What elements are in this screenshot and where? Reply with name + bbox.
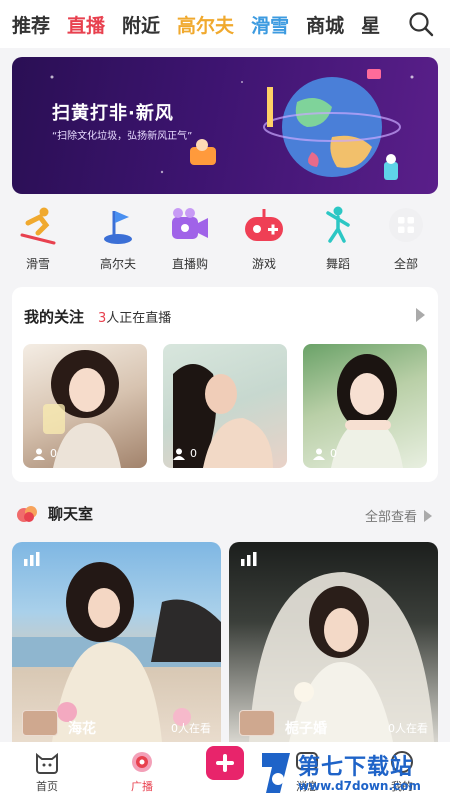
viewer-count-value: 0 [50,447,57,460]
host-avatar [22,710,58,736]
chatroom-card[interactable]: 海花 0人在看 [12,542,221,742]
tab-home[interactable]: 首页 [17,750,77,794]
golf-flag-icon [104,211,132,244]
category-game[interactable]: 游戏 [232,205,296,280]
category-live-shop[interactable]: 直播购 [158,205,222,280]
follow-title: 我的关注 [24,308,85,326]
category-ski[interactable]: 滑雪 [6,205,70,280]
followed-stream-thumbnail[interactable]: 0 [23,344,147,468]
watermark-logo-icon [262,753,290,793]
chevron-right-icon[interactable] [414,307,426,323]
chat-bubble-icon [17,505,37,522]
live-count: 3 [98,311,107,326]
video-camera-icon [172,208,208,239]
chatroom-header: 聊天室 [16,503,93,524]
chatroom-viewers: 0人在看 [388,722,428,735]
category-row: 滑雪 高尔夫 直播购 游戏 舞蹈 全部 [0,205,450,280]
top-nav: 推荐 直播 附近 高尔夫 滑雪 商城 星 [0,0,450,48]
dancer-icon [326,206,350,243]
tab-mall[interactable]: 商城 [306,11,344,38]
chatroom-card[interactable]: 栀子婚 0人在看 [229,542,438,742]
chatroom-viewers: 0人在看 [171,722,211,735]
category-dance[interactable]: 舞蹈 [306,205,370,280]
tab-nearby[interactable]: 附近 [122,11,160,38]
viewer-count: 0 [33,447,57,460]
banner-title: 扫黄打非·新风 [52,103,174,124]
banner-illustration [50,69,414,180]
tab-label: 广播 [131,780,153,793]
follow-header: 我的关注 3 人正在直播 [24,306,171,327]
followed-stream-thumbnail[interactable]: 0 [303,344,427,468]
person-icon [173,448,185,460]
tab-golf[interactable]: 高尔夫 [177,11,234,38]
plus-icon [216,754,234,772]
tab-ski[interactable]: 滑雪 [251,11,289,38]
view-all-label: 全部查看 [364,510,417,525]
promo-banner[interactable]: 扫黄打非·新风 “扫除文化垃圾，弘扬新风正气” [12,57,438,194]
viewer-count-value: 0 [190,447,197,460]
category-golf[interactable]: 高尔夫 [86,205,150,280]
watermark-url: www.d7down.com [298,779,421,793]
category-label: 游戏 [251,257,276,271]
followed-stream-thumbnail[interactable]: 0 [163,344,287,468]
ski-icon [20,207,56,245]
publish-button[interactable] [206,746,244,780]
host-avatar [239,710,275,736]
viewer-count: 0 [173,447,197,460]
tab-live[interactable]: 直播 [67,11,105,38]
person-icon [313,448,325,460]
category-label: 舞蹈 [325,257,350,271]
tab-broadcast[interactable]: 广播 [112,750,172,794]
gamepad-icon [245,209,283,241]
site-watermark: 第七下载站 www.d7down.com [258,747,450,800]
broadcast-icon [132,752,152,772]
my-follow-card: 我的关注 3 人正在直播 0 0 0 [12,287,438,482]
tab-strip: 推荐 直播 附近 高尔夫 滑雪 商城 星 [0,11,400,38]
chevron-right-icon [424,509,432,522]
viewer-count-value: 0 [330,447,337,460]
viewer-count: 0 [313,447,337,460]
home-icon [36,752,58,774]
watermark-text: 第七下载站 [298,755,414,780]
signal-bars-icon [24,552,40,566]
person-icon [33,448,45,460]
category-label: 滑雪 [25,257,50,271]
chatroom-name: 海花 [68,721,96,737]
category-label: 高尔夫 [99,257,136,271]
tab-label: 首页 [36,780,58,793]
banner-subtitle: “扫除文化垃圾，弘扬新风正气” [52,131,193,142]
chatroom-name: 栀子婚 [285,721,327,737]
category-all[interactable]: 全部 [374,205,438,280]
signal-bars-icon [241,552,257,566]
chatroom-title: 聊天室 [48,505,94,523]
tab-star[interactable]: 星 [361,11,380,38]
live-text: 人正在直播 [106,311,172,326]
grid-icon [389,208,423,242]
view-all-link[interactable]: 全部查看 [365,506,432,525]
category-label: 直播购 [171,257,208,271]
category-label: 全部 [393,257,418,271]
search-icon[interactable] [408,11,434,37]
tab-recommend[interactable]: 推荐 [12,11,50,38]
